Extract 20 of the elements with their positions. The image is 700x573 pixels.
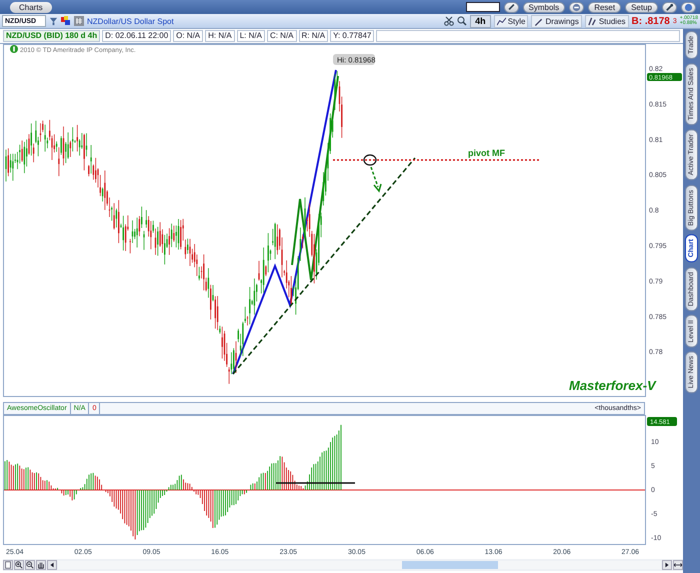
bid-price: B: .8178 (632, 16, 670, 26)
toolbar-button[interactable]: Reset (588, 2, 622, 12)
info-field: H: N/A (205, 30, 235, 42)
toolbar-button[interactable]: Setup (625, 2, 658, 12)
pivot-label: pivot MF (468, 148, 505, 158)
aggregation-button[interactable]: 4h (470, 14, 491, 28)
chart-title: NZD/USD (BID) 180 d 4h (3, 30, 100, 42)
info-field: O: N/A (173, 30, 204, 42)
info-field: L: N/A (236, 30, 265, 42)
signature-text: Masterforex-V (569, 378, 656, 393)
info-field: R: N/A (298, 30, 328, 42)
toolbar-button[interactable]: Symbols (522, 2, 566, 12)
toolbar-button[interactable]: Studies (584, 14, 629, 28)
info-field: Y: 0.77847 (330, 30, 374, 42)
symbol-description: NZDollar/US Dollar Spot (87, 16, 174, 26)
info-field: C: N/A (266, 30, 297, 42)
toolbar-button[interactable]: Style (494, 14, 528, 28)
charts-tab[interactable]: Charts (10, 2, 52, 12)
toolbar-button[interactable]: Drawings (531, 14, 582, 28)
info-field: D: 02.06.11 22:00 (102, 30, 172, 42)
